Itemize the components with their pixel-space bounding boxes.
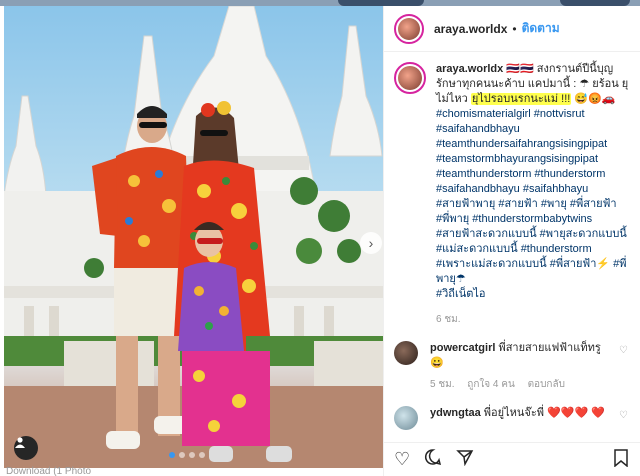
post-actions-bar: ♡	[384, 442, 640, 476]
user-icon	[15, 437, 25, 448]
hashtag-line[interactable]: #saifahandbhayu	[436, 122, 630, 137]
comment-body: powercatgirl พี่สายสายแฟฟ้าแท็ทรู 😀 5 ชม…	[430, 341, 610, 392]
comment-icon[interactable]	[424, 448, 442, 471]
caption-highlighted-text: ยุไปรอบนรกนะแม่ !!!	[470, 93, 572, 105]
heart-icon[interactable]: ♡	[394, 449, 410, 470]
comment-item: powercatgirl พี่สายสายแฟฟ้าแท็ทรู 😀 5 ชม…	[384, 341, 640, 392]
post-details-panel: araya.worldx • ติดตาม araya.worldx 🇹🇭🇹🇭 …	[383, 6, 640, 476]
avatar[interactable]	[394, 406, 418, 430]
hashtag-line[interactable]: #teamstormbhayurangsisingpipat	[436, 152, 630, 167]
instagram-post-window: › Download (1 Photo araya.worldx • ติดตา…	[0, 0, 640, 476]
hashtag-line[interactable]: #teamthunderstorm #thunderstorm	[436, 167, 630, 182]
comment-text: พี่อยู่ไหนจ๊ะพี่ ❤️❤️❤️ ❤️	[483, 407, 605, 419]
carousel-dot	[169, 452, 175, 458]
reply-button[interactable]: ตอบกลับ	[528, 379, 565, 390]
header-separator: •	[512, 21, 517, 36]
tagged-users-button[interactable]	[14, 436, 38, 460]
comment-body: ydwngtaa พี่อยู่ไหนจ๊ะพี่ ❤️❤️❤️ ❤️	[430, 406, 610, 430]
hashtag-line[interactable]: พายุ☂	[436, 272, 630, 287]
comment-time: 5 ชม.	[430, 379, 455, 390]
avatar[interactable]	[394, 62, 426, 94]
share-icon[interactable]	[456, 448, 474, 471]
caption-emoji: 😅😡🚗	[574, 93, 616, 105]
hashtag-line[interactable]: #saifahandbhayu #saifahbhayu	[436, 182, 630, 197]
comment-item: ydwngtaa พี่อยู่ไหนจ๊ะพี่ ❤️❤️❤️ ❤️ ♡	[384, 406, 640, 430]
hashtag-line[interactable]: #สายฟ้าพายุ #สายฟ้า #พายุ #พี่สายฟ้า	[436, 197, 630, 212]
hashtag-line[interactable]: #สายฟ้าสะดวกแบบนี้ #พายุสะดวกแบบนี้	[436, 227, 630, 242]
comment-like-heart-icon[interactable]: ♡	[619, 345, 628, 356]
follow-button[interactable]: ติดตาม	[522, 19, 560, 38]
hashtag-line[interactable]: #เพราะแม่สะดวกแบบนี้ #พี่สายฟ้า⚡ #พี่	[436, 257, 630, 272]
comment-likes[interactable]: ถูกใจ 4 คน	[467, 379, 515, 390]
bookmark-icon[interactable]	[613, 449, 629, 472]
carousel-dot	[179, 452, 185, 458]
hashtag-line[interactable]: #teamthundersaifahrangsisingpipat	[436, 137, 630, 152]
avatar[interactable]	[394, 341, 418, 365]
post-header: araya.worldx • ติดตาม	[384, 6, 640, 52]
caption-username[interactable]: araya.worldx	[436, 63, 503, 75]
comment-like-heart-icon[interactable]: ♡	[619, 410, 628, 421]
download-caption[interactable]: Download (1 Photo	[6, 466, 91, 476]
caption-body: araya.worldx 🇹🇭🇹🇭 สงกรานต์ปีนี้บุญรักษาท…	[436, 62, 630, 327]
post-caption: araya.worldx 🇹🇭🇹🇭 สงกรานต์ปีนี้บุญรักษาท…	[384, 52, 640, 327]
carousel-dots	[169, 452, 205, 458]
post-photo[interactable]: ›	[4, 6, 383, 468]
avatar[interactable]	[394, 13, 424, 44]
hashtag-line[interactable]: #วิถีเน็ตไอ	[436, 287, 630, 302]
hashtag-line[interactable]: #chomismaterialgirl #nottvisrut	[436, 107, 630, 122]
caption-timestamp: 6 ชม.	[436, 314, 461, 325]
hashtag-line[interactable]: #แม่สะดวกแบบนี้ #thunderstorm	[436, 242, 630, 257]
comment-username[interactable]: powercatgirl	[430, 342, 495, 354]
hashtag-line[interactable]: #พี่พายุ #thunderstormbabytwins	[436, 212, 630, 227]
carousel-next-button[interactable]: ›	[360, 232, 382, 254]
carousel-dot	[189, 452, 195, 458]
header-username[interactable]: araya.worldx	[434, 22, 507, 36]
photo-illustration	[4, 6, 383, 468]
carousel-dot	[199, 452, 205, 458]
comment-meta: 5 ชม. ถูกใจ 4 คน ตอบกลับ	[430, 377, 610, 392]
comment-username[interactable]: ydwngtaa	[430, 407, 481, 419]
